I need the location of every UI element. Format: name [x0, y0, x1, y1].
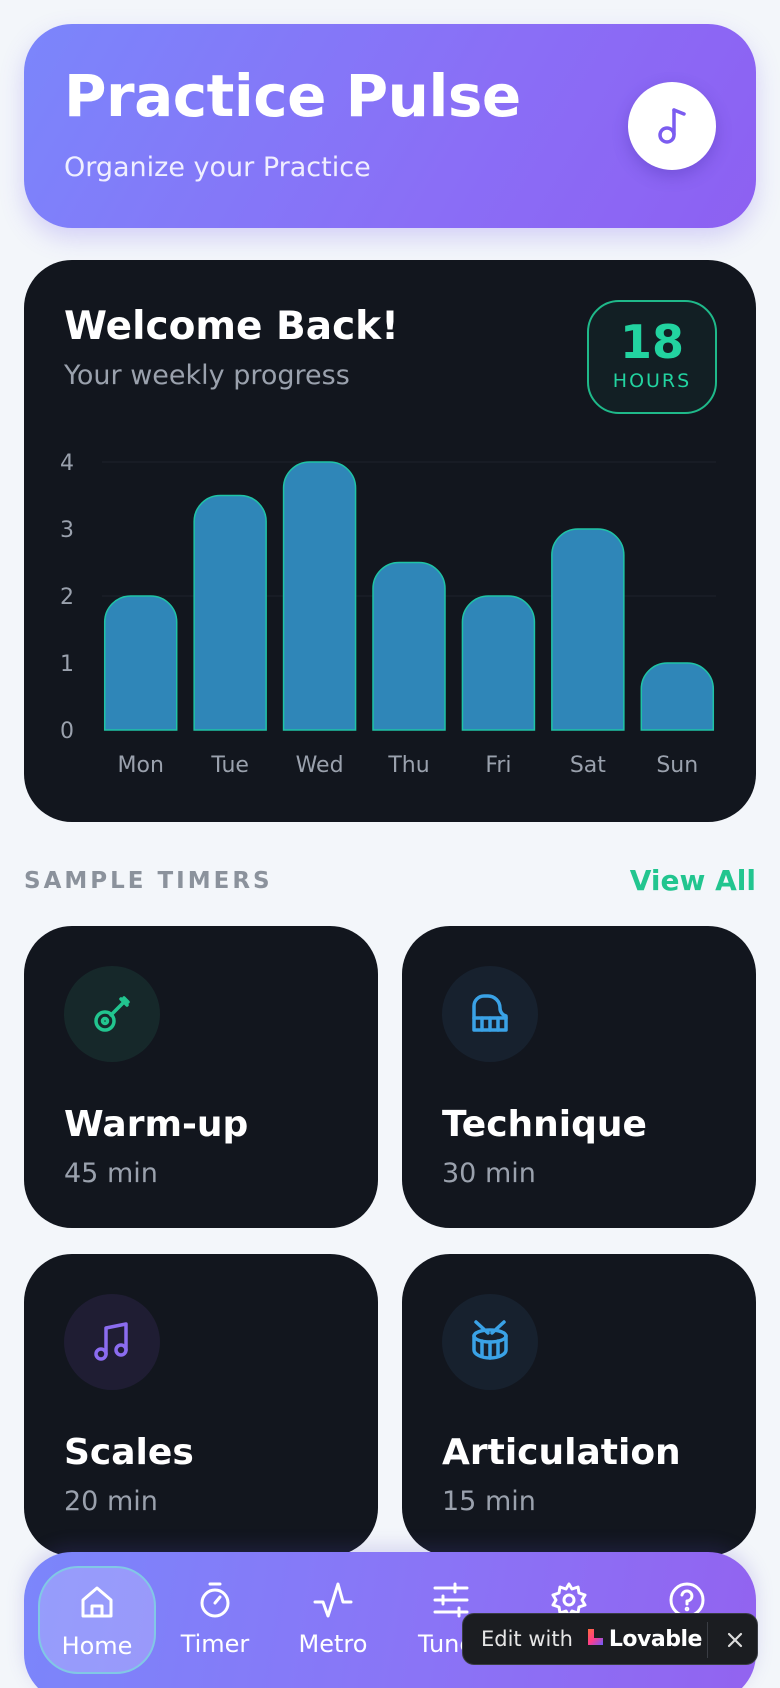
timer-title: Articulation [442, 1432, 681, 1473]
x-tick-label: Tue [210, 753, 249, 778]
timer-icon [195, 1580, 235, 1620]
close-icon[interactable] [721, 1626, 749, 1659]
bar-sun [640, 662, 715, 731]
sliders-icon [431, 1580, 471, 1620]
edit-with-lovable-badge[interactable]: Edit with Lovable [462, 1613, 758, 1665]
timer-title: Scales [64, 1432, 194, 1473]
bar-wed [282, 461, 357, 731]
badge-text: Edit with [481, 1627, 573, 1651]
timer-duration: 20 min [64, 1486, 158, 1517]
y-tick-label: 0 [60, 719, 74, 744]
nav-item-timer[interactable]: Timer [156, 1566, 274, 1674]
section-label: SAMPLE TIMERS [24, 868, 273, 894]
x-tick-label: Wed [296, 753, 344, 778]
drum-icon [442, 1294, 538, 1390]
timer-duration: 45 min [64, 1158, 158, 1189]
weekly-bar-chart: 0 1 2 3 4 Mon Tue Wed Thu Fri Sat Sun [60, 451, 716, 778]
x-tick-label: Sat [570, 753, 606, 778]
nav-item-home[interactable]: Home [38, 1566, 156, 1674]
app-title: Practice Pulse [64, 62, 521, 130]
timer-card-articulation[interactable]: Articulation 15 min [402, 1254, 756, 1556]
bar-mon [103, 595, 178, 731]
timer-duration: 15 min [442, 1486, 536, 1517]
bar-thu [372, 561, 446, 731]
app-subtitle: Organize your Practice [64, 152, 371, 183]
x-tick-label: Fri [485, 753, 511, 778]
x-tick-label: Thu [387, 753, 429, 778]
weekly-progress-card: Welcome Back! Your weekly progress 18 HO… [24, 260, 756, 822]
nav-label: Timer [180, 1630, 250, 1658]
lovable-logo-icon [585, 1627, 605, 1652]
bar-sat [551, 528, 625, 731]
bar-fri [461, 595, 536, 731]
timer-card-warmup[interactable]: Warm-up 45 min [24, 926, 378, 1228]
home-icon [77, 1582, 117, 1622]
x-tick-label: Sun [656, 753, 698, 778]
timer-card-technique[interactable]: Technique 30 min [402, 926, 756, 1228]
y-tick-label: 1 [60, 652, 74, 677]
y-tick-label: 4 [60, 451, 74, 476]
timer-title: Technique [442, 1104, 647, 1145]
piano-icon [442, 966, 538, 1062]
music-note-icon[interactable] [628, 82, 716, 170]
nav-label: Metro [298, 1630, 368, 1658]
music-notes-icon [64, 1294, 160, 1390]
y-tick-label: 3 [60, 518, 74, 543]
pulse-icon [313, 1580, 353, 1620]
x-tick-label: Mon [118, 753, 164, 778]
app-header: Practice Pulse Organize your Practice [24, 24, 756, 228]
nav-item-metro[interactable]: Metro [274, 1566, 392, 1674]
bar-tue [193, 494, 267, 731]
badge-divider [707, 1622, 708, 1658]
nav-label: Home [61, 1632, 133, 1660]
view-all-link[interactable]: View All [630, 864, 756, 897]
timer-title: Warm-up [64, 1104, 249, 1145]
y-tick-label: 2 [60, 585, 74, 610]
timer-card-scales[interactable]: Scales 20 min [24, 1254, 378, 1556]
timer-duration: 30 min [442, 1158, 536, 1189]
badge-brand: Lovable [608, 1626, 703, 1652]
guitar-icon [64, 966, 160, 1062]
